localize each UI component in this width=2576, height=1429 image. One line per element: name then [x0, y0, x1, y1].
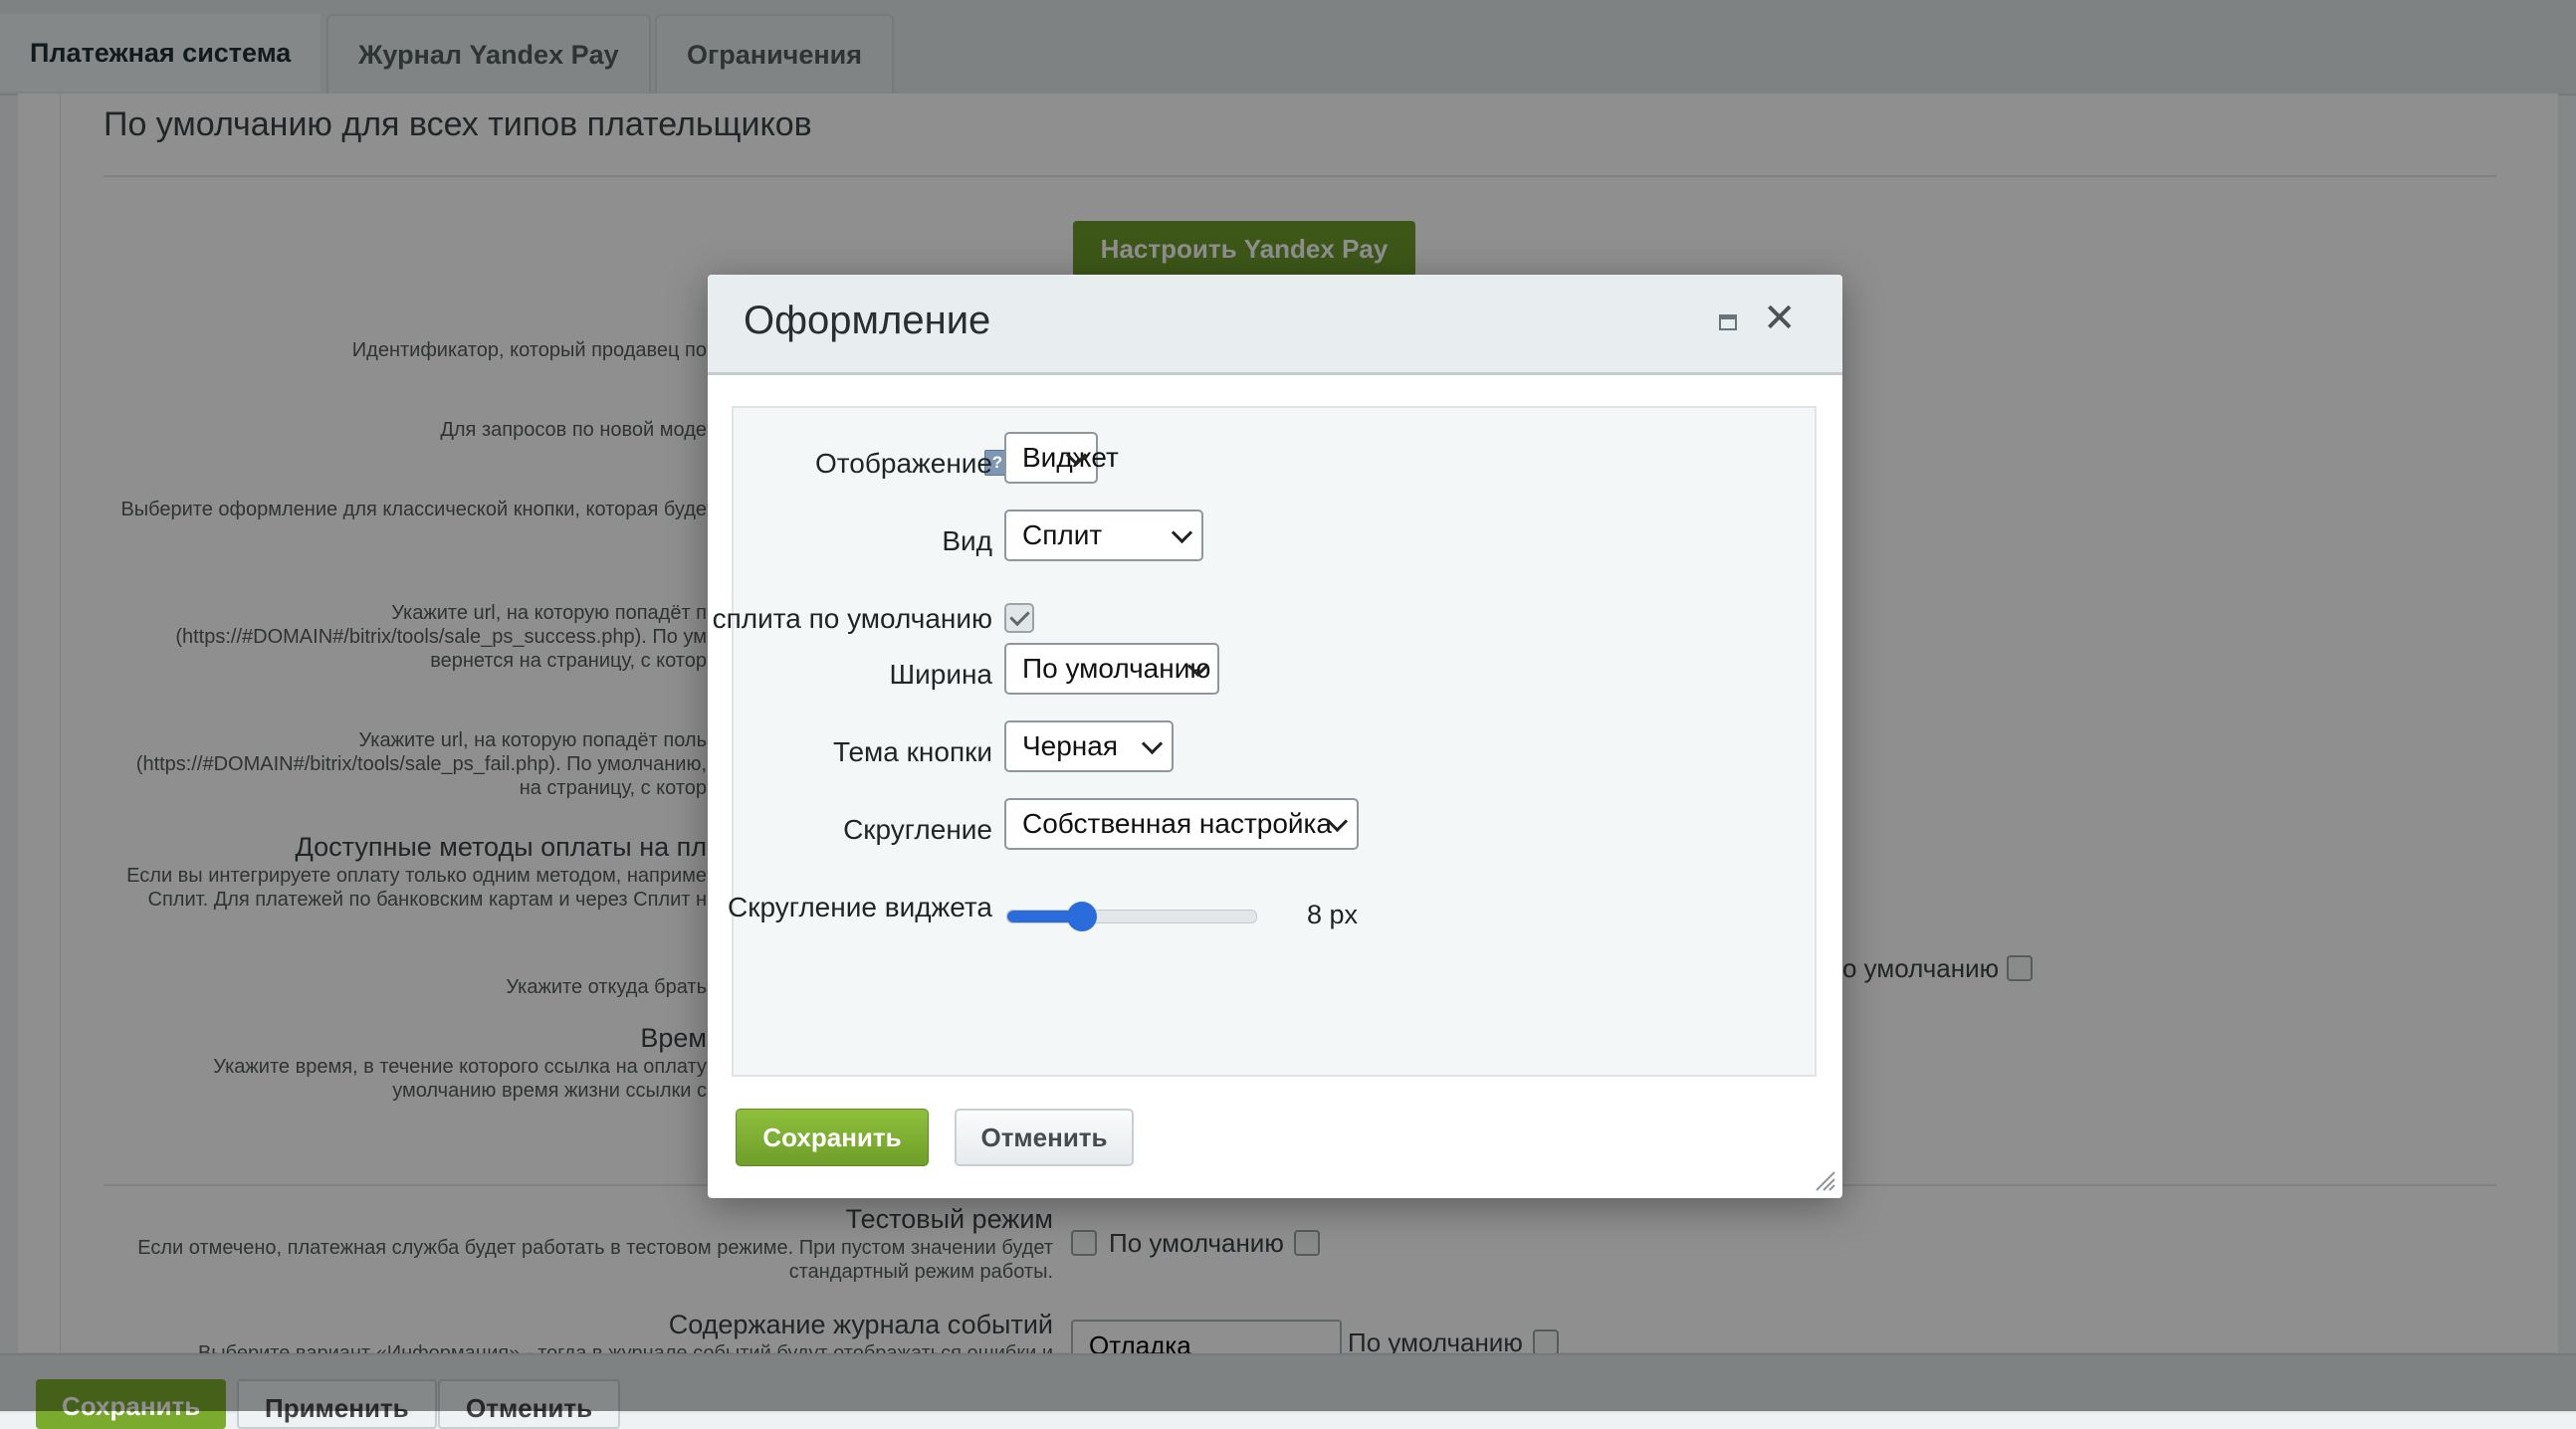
appearance-dialog: Оформление ✕ ? Отображение Виджет Вид Сп… [708, 275, 1842, 1198]
dialog-header: Оформление ✕ [708, 275, 1842, 375]
rounding-select[interactable]: Собственная настройка [1004, 798, 1359, 850]
type-select-value: Сплит [1022, 519, 1103, 550]
dialog-title: Оформление [744, 299, 991, 342]
widget-rounding-value: 8 px [1307, 900, 1359, 929]
chevron-down-icon [1141, 732, 1164, 755]
button-theme-select-value: Черная [1022, 730, 1119, 761]
split-default-label: Выбор сплита по умолчанию [708, 603, 992, 634]
split-default-checkbox[interactable] [1004, 603, 1034, 633]
chevron-down-icon [1171, 521, 1193, 544]
display-label: Отображение [814, 448, 992, 479]
width-label: Ширина [889, 659, 992, 690]
rounding-label: Скругление [843, 814, 992, 845]
slider-thumb[interactable] [1067, 902, 1097, 931]
rounding-select-value: Собственная настройка [1022, 808, 1332, 839]
display-select[interactable]: Виджет [1004, 432, 1119, 484]
type-label: Вид [942, 525, 992, 556]
widget-rounding-slider[interactable] [1006, 902, 1257, 931]
resize-handle-icon[interactable] [1813, 1168, 1836, 1192]
width-select[interactable]: По умолчанию [1004, 643, 1219, 695]
save-button[interactable]: Сохранить [736, 1109, 929, 1166]
cancel-button[interactable]: Отменить [955, 1109, 1134, 1166]
type-select[interactable]: Сплит [1004, 510, 1203, 561]
width-select-value: По умолчанию [1022, 653, 1211, 684]
button-theme-select[interactable]: Черная [1004, 720, 1174, 772]
button-theme-label: Тема кнопки [832, 736, 992, 767]
widget-rounding-label: Скругление виджета [728, 892, 992, 922]
dialog-body: ? Отображение Виджет Вид Сплит Выбор спл… [708, 406, 1817, 1077]
checkmark-icon [1008, 605, 1030, 627]
close-icon[interactable]: ✕ [1763, 299, 1797, 338]
maximize-icon[interactable] [1719, 314, 1737, 330]
